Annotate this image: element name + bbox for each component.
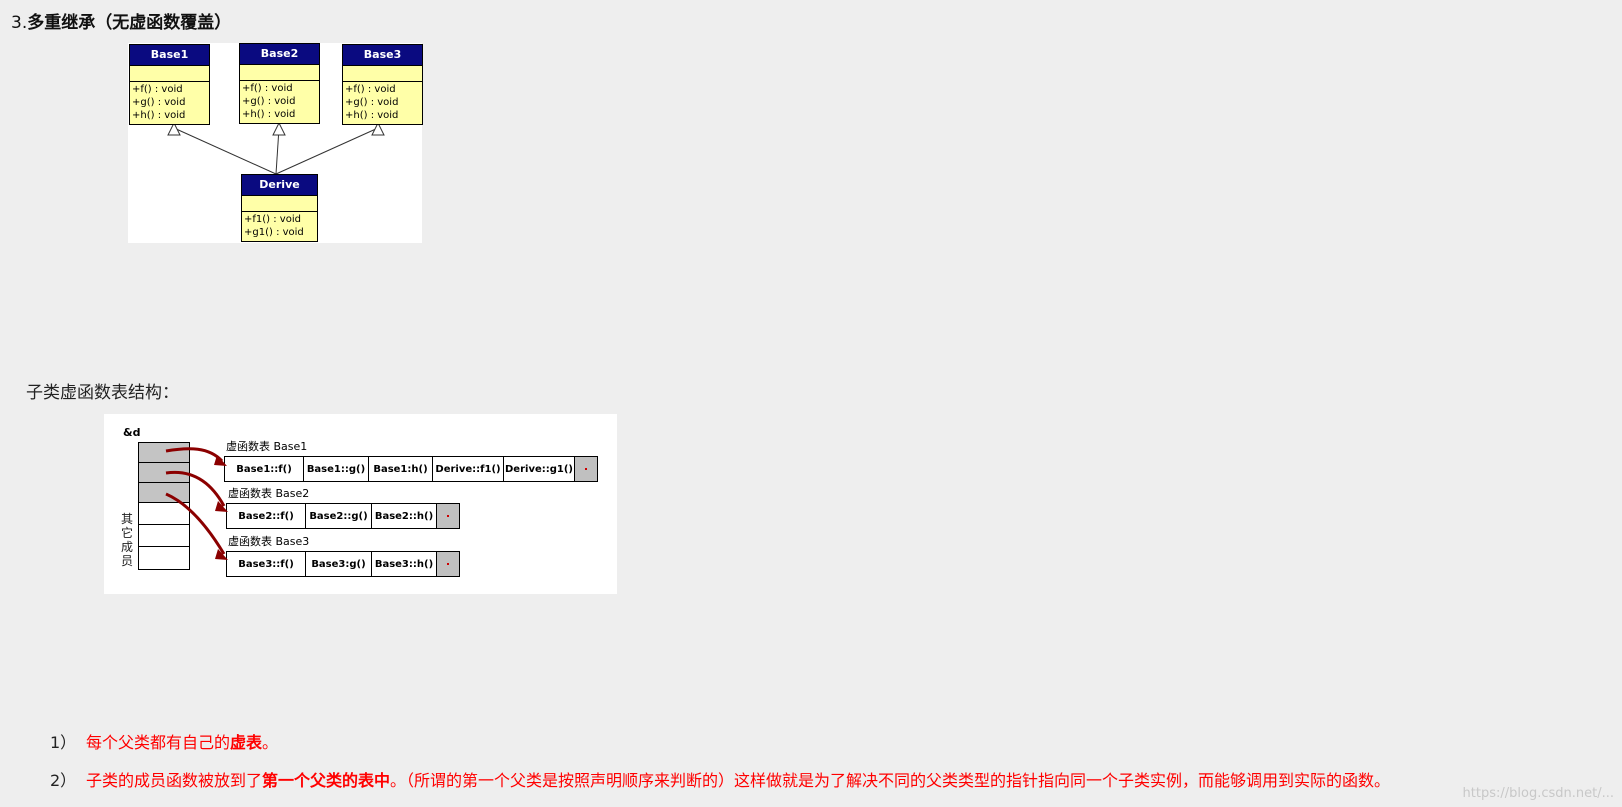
section-number: 3. (11, 13, 28, 33)
class-name: Derive (242, 175, 317, 196)
class-name: Base2 (240, 44, 319, 65)
class-operation: +h() : void (132, 110, 186, 121)
class-attributes (130, 66, 209, 82)
class-attributes (343, 66, 422, 82)
note-index: 1） (50, 733, 77, 752)
class-operation: +g1() : void (244, 227, 304, 238)
note-emphasis: 第一个父类的表中 (262, 771, 391, 790)
note-text: 子类的成员函数被放到了 (86, 771, 263, 790)
note-1: 1） 每个父类都有自己的虚表。 (50, 729, 278, 753)
class-operation: +h() : void (345, 110, 399, 121)
class-attributes (240, 65, 319, 81)
class-name: Base3 (343, 45, 422, 66)
class-box-base3: Base3 +f() : void +g() : void +h() : voi… (342, 44, 423, 125)
class-operation: +g() : void (132, 97, 186, 108)
class-operation: +g() : void (242, 96, 296, 107)
class-operation: +f() : void (132, 84, 183, 95)
class-operation: +f1() : void (244, 214, 301, 225)
note-text: 每个父类都有自己的 (86, 733, 231, 752)
vtable-diagram: &d 其 它 成 员 虚函数表 Base1 Base1::f() Base1::… (104, 414, 617, 594)
class-operation: +f() : void (345, 84, 396, 95)
note-index: 2） (50, 771, 77, 790)
inherit-arrow-base2 (272, 121, 286, 136)
class-box-derive: Derive +f1() : void +g1() : void (241, 174, 318, 242)
class-name: Base1 (130, 45, 209, 66)
class-operation: +f() : void (242, 83, 293, 94)
section-title: 多重继承（无虚函数覆盖） (27, 13, 232, 33)
note-text: 。（所谓的第一个父类是按照声明顺序来判断的）这样做就是为了解决不同的父类类型的指… (390, 771, 1391, 790)
note-2: 2） 子类的成员函数被放到了第一个父类的表中。（所谓的第一个父类是按照声明顺序来判… (50, 767, 1390, 791)
section-heading: 3.多重继承（无虚函数覆盖） (11, 8, 231, 33)
class-operation: +h() : void (242, 109, 296, 120)
class-attributes (242, 196, 317, 212)
class-operation: +g() : void (345, 97, 399, 108)
class-box-base1: Base1 +f() : void +g() : void +h() : voi… (129, 44, 210, 125)
uml-class-diagram: Base1 +f() : void +g() : void +h() : voi… (128, 43, 423, 243)
vptr-arrows (165, 447, 228, 560)
vtable-subheading: 子类虚函数表结构： (26, 383, 179, 403)
note-text: 。 (262, 733, 279, 752)
note-emphasis: 虚表 (230, 733, 263, 752)
watermark: https://blog.csdn.net/... (1462, 786, 1614, 801)
class-box-base2: Base2 +f() : void +g() : void +h() : voi… (239, 43, 320, 124)
